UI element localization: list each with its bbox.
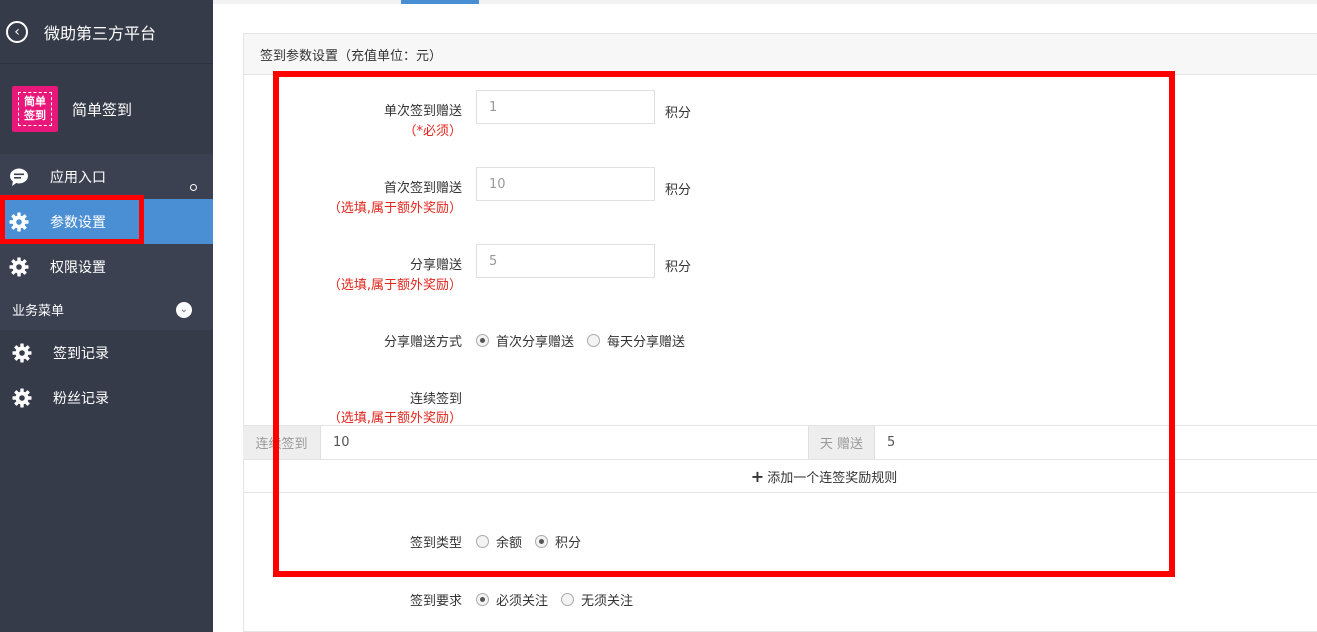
business-menu-header[interactable]: 业务菜单 ⌄ [0, 289, 213, 330]
sign-requirement-label: 签到要求 [409, 594, 462, 609]
app-logo: 简单 签到 [12, 86, 58, 132]
sidebar-item-fan-records[interactable]: 粉丝记录 [0, 375, 213, 420]
app-block: 简单 签到 简单签到 [0, 64, 213, 154]
chat-icon [8, 166, 30, 188]
sidebar-item-app-entry[interactable]: 应用入口 [0, 154, 213, 199]
gear-icon [11, 342, 33, 364]
sidebar-item-label: 应用入口 [50, 169, 106, 186]
active-tab-indicator[interactable] [401, 0, 479, 4]
sidebar-item-label: 粉丝记录 [53, 390, 109, 407]
highlight-box-sidebar [0, 195, 144, 244]
radio-checked-icon[interactable] [476, 593, 489, 606]
app-name: 简单签到 [72, 100, 133, 119]
sidebar-header: ‹ 微助第三方平台 [0, 0, 213, 64]
highlight-box-form [273, 71, 1175, 577]
panel-title: 签到参数设置（充值单位：元） [244, 34, 1317, 75]
chevron-down-icon[interactable]: ⌄ [176, 301, 192, 318]
sign-req-must-follow-option[interactable]: 必须关注 [476, 590, 548, 609]
expand-dot-icon [190, 184, 197, 191]
platform-name: 微助第三方平台 [44, 23, 157, 43]
sidebar-item-label: 权限设置 [50, 259, 106, 276]
back-icon[interactable]: ‹ [6, 20, 28, 43]
business-menu-title: 业务菜单 [12, 304, 65, 319]
sidebar: ‹ 微助第三方平台 简单 签到 简单签到 应用入口 参数设置 权限设置 业务菜单… [0, 0, 213, 632]
sidebar-item-sign-records[interactable]: 签到记录 [0, 330, 213, 375]
radio-unchecked-icon[interactable] [561, 593, 575, 606]
gear-icon [11, 387, 33, 409]
app-logo-text: 简单 签到 [18, 92, 52, 126]
sign-req-no-follow-option[interactable]: 无须关注 [561, 590, 633, 609]
sidebar-item-label: 签到记录 [53, 345, 109, 362]
gear-icon [8, 256, 30, 278]
sidebar-item-permissions[interactable]: 权限设置 [0, 244, 213, 289]
sign-requirement-radio-group: 必须关注 无须关注 [476, 590, 646, 609]
top-tab-bar [213, 0, 1317, 4]
